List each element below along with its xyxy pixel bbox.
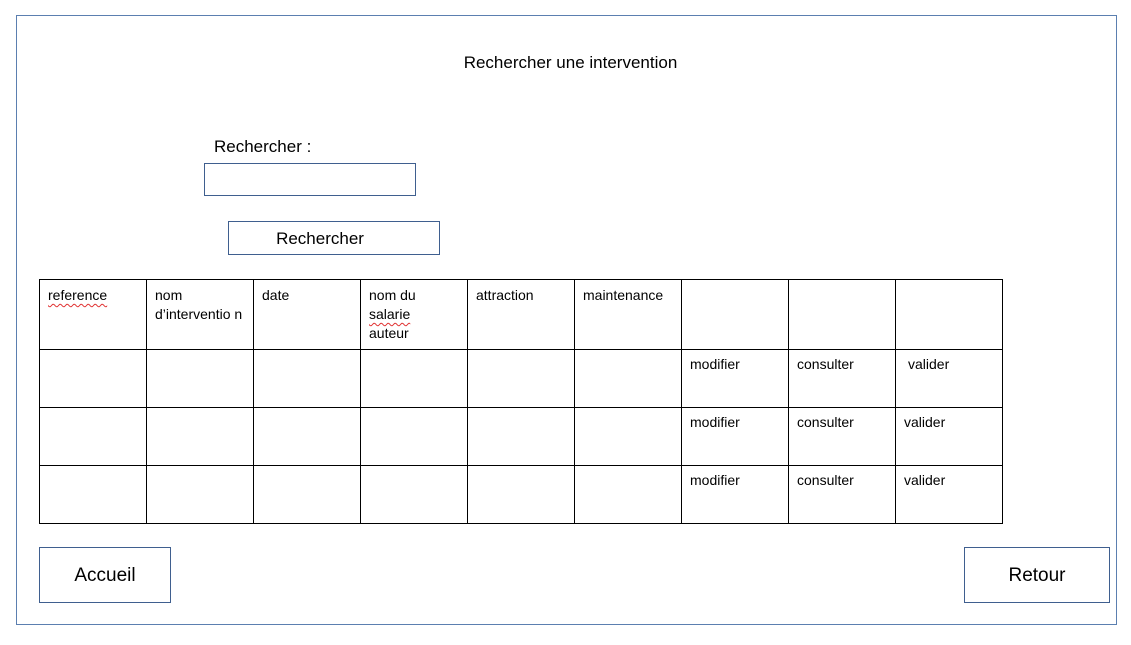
header-empty: [895, 279, 1003, 350]
cell-nom-salarie: [360, 407, 468, 466]
cell-maintenance: [574, 407, 682, 466]
header-empty: [788, 279, 896, 350]
valider-link[interactable]: valider: [895, 349, 1003, 408]
header-empty: [681, 279, 789, 350]
search-button[interactable]: Rechercher: [228, 221, 440, 255]
cell-reference: [39, 349, 147, 408]
valider-link[interactable]: valider: [895, 465, 1003, 524]
modifier-link[interactable]: modifier: [681, 465, 789, 524]
page-title: Rechercher une intervention: [463, 53, 678, 72]
valider-link[interactable]: valider: [895, 407, 1003, 466]
header-reference: reference: [39, 279, 147, 350]
cell-nom-intervention: [146, 407, 254, 466]
header-date: date: [253, 279, 361, 350]
table-header-row: reference nom d’interventio n date nom d…: [39, 279, 1003, 350]
search-input[interactable]: [204, 163, 416, 196]
header-nom-salarie-auteur: nom du salarie auteur: [360, 279, 468, 350]
table-row: modifier consulter valider: [39, 407, 1003, 466]
modifier-link[interactable]: modifier: [681, 407, 789, 466]
search-label: Rechercher :: [214, 137, 312, 156]
cell-date: [253, 407, 361, 466]
header-attraction: attraction: [467, 279, 575, 350]
header-nom-intervention: nom d’interventio n: [146, 279, 254, 350]
cell-reference: [39, 407, 147, 466]
cell-attraction: [467, 465, 575, 524]
header-maintenance: maintenance: [574, 279, 682, 350]
table-row: modifier consulter valider: [39, 465, 1003, 524]
consulter-link[interactable]: consulter: [788, 407, 896, 466]
cell-nom-salarie: [360, 349, 468, 408]
cell-nom-intervention: [146, 349, 254, 408]
cell-nom-intervention: [146, 465, 254, 524]
cell-reference: [39, 465, 147, 524]
interventions-table: reference nom d’interventio n date nom d…: [39, 279, 1003, 524]
cell-date: [253, 349, 361, 408]
cell-nom-salarie: [360, 465, 468, 524]
modifier-link[interactable]: modifier: [681, 349, 789, 408]
cell-attraction: [467, 349, 575, 408]
cell-attraction: [467, 407, 575, 466]
cell-maintenance: [574, 465, 682, 524]
cell-date: [253, 465, 361, 524]
back-button[interactable]: Retour: [964, 547, 1110, 603]
cell-maintenance: [574, 349, 682, 408]
consulter-link[interactable]: consulter: [788, 465, 896, 524]
table-row: modifier consulter valider: [39, 349, 1003, 408]
home-button[interactable]: Accueil: [39, 547, 171, 603]
consulter-link[interactable]: consulter: [788, 349, 896, 408]
